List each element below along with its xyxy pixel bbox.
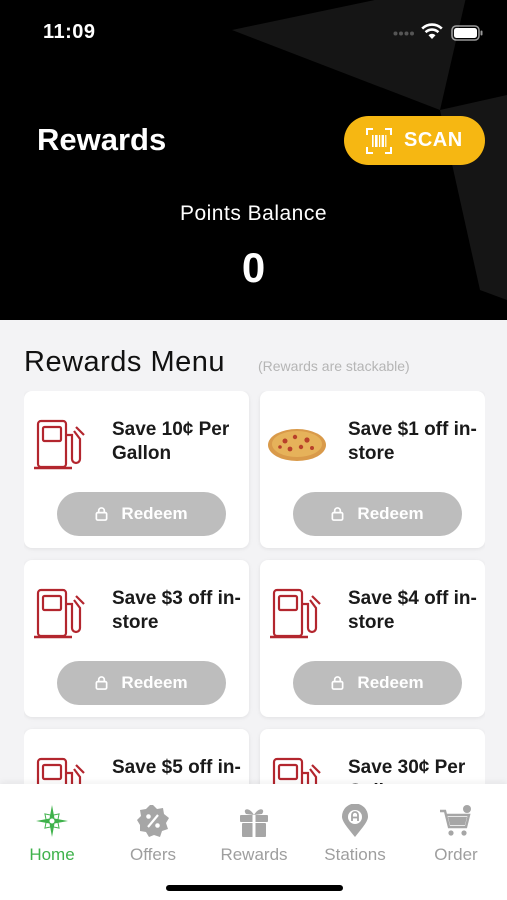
rewards-menu-subtitle: (Rewards are stackable)	[258, 358, 410, 374]
battery-icon	[451, 25, 483, 41]
reward-title: Save $5 off in-store	[112, 757, 241, 784]
redeem-label: Redeem	[121, 673, 188, 692]
tab-order[interactable]: Order	[406, 804, 506, 864]
scan-button[interactable]: SCAN	[344, 116, 485, 165]
lock-icon	[95, 676, 108, 690]
redeem-label: Redeem	[121, 504, 188, 523]
fuel-pump-icon	[32, 588, 86, 639]
reward-card: Save $4 off in-store Redeem	[260, 560, 485, 717]
status-time: 11:09	[43, 21, 96, 43]
points-balance-label: Points Balance	[179, 202, 328, 225]
tab-stations[interactable]: Stations	[305, 804, 405, 864]
redeem-button[interactable]: Redeem	[293, 492, 462, 536]
redeem-button[interactable]: Redeem	[57, 661, 226, 705]
reward-card: Save $3 off in-store Redeem	[24, 560, 249, 717]
tab-home[interactable]: Home	[2, 804, 102, 864]
compass-star-icon	[36, 805, 68, 837]
lock-icon	[331, 507, 344, 521]
fuel-pump-icon	[268, 588, 322, 639]
rewards-menu-title: Rewards Menu	[24, 346, 226, 378]
tab-label: Home	[29, 845, 75, 864]
rewards-grid: Save 10¢ Per Gallon Redeem Save $1 off i…	[24, 391, 485, 784]
bottom-tab-bar: Home Offers Rewards Stations Order	[0, 784, 507, 900]
tab-label: Order	[434, 845, 478, 864]
fuel-pump-icon	[32, 419, 86, 470]
fuel-pump-icon	[268, 757, 322, 784]
reward-title: Save 10¢ Per Gallon	[112, 419, 230, 464]
reward-card: Save 10¢ Per Gallon Redeem	[24, 391, 249, 548]
home-indicator	[166, 885, 343, 891]
rewards-header: 11:09 Rewards SCAN Points Balance 0	[0, 0, 507, 320]
tab-offers[interactable]: Offers	[103, 804, 203, 864]
tab-label: Offers	[130, 845, 176, 864]
tab-label: Rewards	[220, 845, 288, 864]
reward-card: Save $1 off in-store Redeem	[260, 391, 485, 548]
wifi-icon	[421, 23, 443, 39]
reward-title: Save 30¢ Per Gallon	[348, 757, 466, 784]
percent-badge-icon	[137, 805, 169, 837]
points-balance-value: 0	[241, 244, 266, 291]
cart-icon	[440, 805, 471, 836]
reward-title: Save $1 off in-store	[348, 419, 477, 464]
reward-card: Save 30¢ Per Gallon	[260, 729, 485, 784]
reward-title: Save $4 off in-store	[348, 588, 477, 633]
gift-icon	[240, 809, 268, 837]
redeem-label: Redeem	[357, 673, 424, 692]
tab-label: Stations	[324, 845, 386, 864]
reward-title: Save $3 off in-store	[112, 588, 241, 633]
redeem-label: Redeem	[357, 504, 424, 523]
scan-button-label: SCAN	[404, 129, 463, 151]
lock-icon	[95, 507, 108, 521]
signal-dots-icon	[393, 31, 414, 36]
tab-rewards[interactable]: Rewards	[204, 804, 304, 864]
redeem-button[interactable]: Redeem	[57, 492, 226, 536]
map-pin-icon	[342, 804, 368, 837]
redeem-button[interactable]: Redeem	[293, 661, 462, 705]
fuel-pump-icon	[32, 757, 86, 784]
page-title: Rewards	[37, 122, 167, 157]
lock-icon	[331, 676, 344, 690]
pizza-icon	[268, 429, 326, 461]
status-bar: 11:09	[0, 0, 507, 60]
barcode-scan-icon	[366, 128, 392, 154]
reward-card: Save $5 off in-store	[24, 729, 249, 784]
